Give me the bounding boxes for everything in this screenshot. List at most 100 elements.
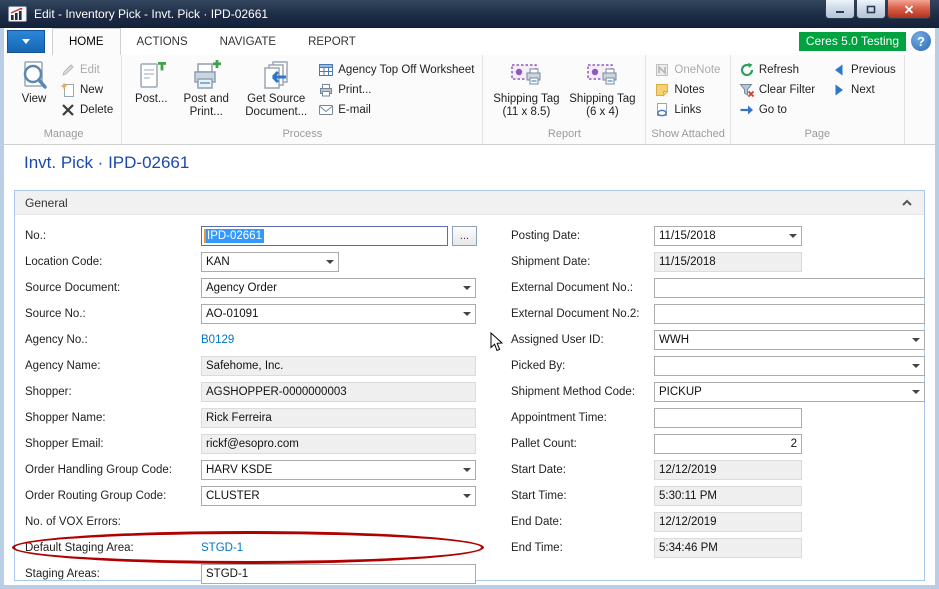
shipping-tag-icon	[586, 60, 618, 92]
shopper-name-label: Shopper Name:	[25, 412, 201, 424]
go-to-button[interactable]: Go to	[736, 100, 818, 120]
group-caption-process: Process	[127, 127, 477, 144]
shipping-tag-icon	[510, 60, 542, 92]
dropdown-caret-icon[interactable]	[463, 494, 471, 498]
source-no-field[interactable]: AO-01091	[201, 304, 476, 324]
agency-no-label: Agency No.:	[25, 334, 201, 346]
onenote-button: OneNote	[651, 60, 723, 80]
window-body: HOME ACTIONS NAVIGATE REPORT Ceres 5.0 T…	[0, 28, 939, 589]
agency-name-field: Safehome, Inc.	[201, 356, 476, 376]
picked-by-field[interactable]	[654, 356, 925, 376]
assigned-user-id-field[interactable]: WWH	[654, 330, 925, 350]
post-and-print-icon	[190, 60, 222, 92]
view-button[interactable]: View	[11, 57, 57, 127]
source-document-field[interactable]: Agency Order	[201, 278, 476, 298]
new-button[interactable]: New	[57, 80, 116, 100]
dropdown-caret-icon[interactable]	[326, 260, 334, 264]
picked-by-label: Picked By:	[511, 360, 654, 372]
appointment-time-field[interactable]	[654, 408, 802, 428]
clear-filter-button[interactable]: Clear Filter	[736, 80, 818, 100]
dropdown-caret-icon[interactable]	[463, 312, 471, 316]
end-date-field: 12/12/2019	[654, 512, 802, 532]
ribbon-group-report: Shipping Tag (11 x 8.5) Shipping Tag (6 …	[483, 55, 646, 144]
worksheet-icon	[318, 62, 334, 78]
edit-icon	[60, 62, 76, 78]
order-handling-group-code-field[interactable]: HARV KSDE	[201, 460, 476, 480]
links-button[interactable]: Links	[651, 100, 723, 120]
app-icon	[8, 6, 27, 22]
app-window: Edit - Inventory Pick - Invt. Pick · IPD…	[0, 0, 939, 589]
next-button[interactable]: Next	[828, 80, 899, 100]
order-routing-group-code-field[interactable]: CLUSTER	[201, 486, 476, 506]
no-field[interactable]: IPD-02661	[201, 226, 448, 246]
field-row: Source Document: Agency Order	[25, 275, 490, 301]
close-button[interactable]	[887, 0, 931, 19]
minimize-button[interactable]	[825, 0, 855, 19]
previous-icon	[831, 62, 847, 78]
general-fasttab-header[interactable]: General	[15, 191, 924, 215]
restore-button[interactable]	[856, 0, 886, 19]
group-caption-show-attached: Show Attached	[651, 127, 724, 144]
general-fasttab-title: General	[25, 196, 68, 210]
dropdown-caret-icon[interactable]	[789, 234, 797, 238]
notes-button[interactable]: Notes	[651, 80, 723, 100]
get-source-document-button[interactable]: Get Source Document...	[237, 57, 315, 127]
tab-navigate[interactable]: NAVIGATE	[204, 28, 292, 55]
agency-name-label: Agency Name:	[25, 360, 201, 372]
staging-areas-field[interactable]: STGD-1	[201, 564, 476, 584]
shipment-method-code-field[interactable]: PICKUP	[654, 382, 925, 402]
notes-icon	[654, 82, 670, 98]
links-icon	[654, 102, 670, 118]
manage-small-buttons: Edit New	[57, 57, 116, 127]
process-small-buttons: Agency Top Off Worksheet Print...	[315, 57, 477, 127]
application-menu-button[interactable]	[7, 30, 45, 53]
email-button[interactable]: E-mail	[315, 100, 477, 120]
start-date-label: Start Date:	[511, 464, 654, 476]
dropdown-caret-icon[interactable]	[463, 286, 471, 290]
dropdown-caret-icon[interactable]	[912, 390, 920, 394]
general-left-column: No.: IPD-02661 ... Location Code: KAN So	[25, 223, 490, 587]
new-icon	[60, 82, 76, 98]
group-caption-page: Page	[736, 127, 899, 144]
end-time-label: End Time:	[511, 542, 654, 554]
shipping-tag-6x4-button[interactable]: Shipping Tag (6 x 4)	[564, 57, 640, 127]
field-row: Location Code: KAN	[25, 249, 490, 275]
view-icon	[18, 60, 50, 92]
previous-button[interactable]: Previous	[828, 60, 899, 80]
field-row: Agency Name: Safehome, Inc.	[25, 353, 490, 379]
dropdown-caret-icon[interactable]	[463, 468, 471, 472]
window-controls	[824, 0, 931, 19]
ribbon-group-process: Post... Post and Print...	[122, 55, 483, 144]
no-label: No.:	[25, 230, 201, 242]
agency-no-link[interactable]: B0129	[201, 334, 234, 346]
pallet-count-field[interactable]: 2	[654, 434, 802, 454]
page-title: Invt. Pick · IPD-02661	[24, 153, 189, 173]
posting-date-field[interactable]: 11/15/2018	[654, 226, 802, 246]
location-code-label: Location Code:	[25, 256, 201, 268]
no-lookup-button[interactable]: ...	[452, 226, 477, 246]
tab-actions[interactable]: ACTIONS	[121, 28, 204, 55]
ribbon-group-show-attached: OneNote Notes	[646, 55, 730, 144]
post-button[interactable]: Post...	[127, 57, 175, 127]
dropdown-caret-icon[interactable]	[912, 364, 920, 368]
shipping-tag-11x85-button[interactable]: Shipping Tag (11 x 8.5)	[488, 57, 564, 127]
end-time-field: 5:34:46 PM	[654, 538, 802, 558]
field-row: Start Date: 12/12/2019	[511, 457, 926, 483]
location-code-field[interactable]: KAN	[201, 252, 339, 272]
collapse-chevron-icon[interactable]	[900, 196, 914, 210]
post-and-print-button[interactable]: Post and Print...	[175, 57, 237, 127]
default-staging-area-link[interactable]: STGD-1	[201, 542, 243, 554]
shipment-method-code-label: Shipment Method Code:	[511, 386, 654, 398]
refresh-button[interactable]: Refresh	[736, 60, 818, 80]
help-icon[interactable]: ?	[911, 31, 931, 51]
external-document-no2-field[interactable]	[654, 304, 925, 324]
tab-report[interactable]: REPORT	[292, 28, 372, 55]
end-date-label: End Date:	[511, 516, 654, 528]
agency-top-off-worksheet-button[interactable]: Agency Top Off Worksheet	[315, 60, 477, 80]
print-button[interactable]: Print...	[315, 80, 477, 100]
dropdown-caret-icon[interactable]	[912, 338, 920, 342]
external-document-no-field[interactable]	[654, 278, 925, 298]
tab-home[interactable]: HOME	[52, 28, 121, 55]
field-row: Posting Date: 11/15/2018	[511, 223, 926, 249]
delete-button[interactable]: Delete	[57, 100, 116, 120]
